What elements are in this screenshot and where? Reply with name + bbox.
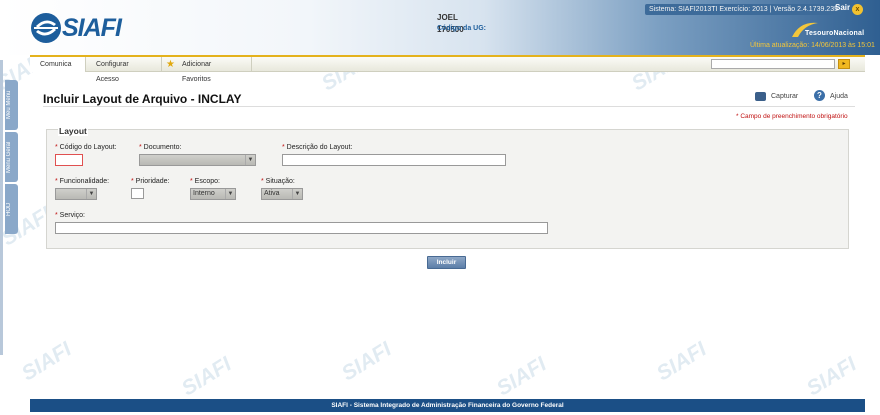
app-header: SIAFI JOEL Código da UG: 170500 Sistema:… (0, 0, 880, 55)
layout-fieldset: Layout * Código do Layout: * Documento: … (46, 126, 849, 249)
servico-label: * Serviço: (55, 212, 85, 219)
tab-menu-geral-label: Menu Geral (6, 141, 12, 173)
menu-item-adicionar-favoritos[interactable]: Adicionar Favoritos (162, 57, 252, 83)
capturar-link[interactable]: Capturar (771, 93, 798, 100)
user-name: JOEL (437, 13, 458, 22)
escopo-select[interactable]: Interno ▼ (190, 188, 236, 200)
logout-icon[interactable]: x (852, 4, 863, 15)
logout-link[interactable]: Sair (835, 3, 850, 12)
incluir-button[interactable]: Incluir (427, 256, 466, 269)
top-menubar: Comunica Configurar Acesso ★ Adicionar F… (30, 55, 865, 83)
page-title: Incluir Layout de Arquivo - INCLAY (43, 92, 242, 106)
codigo-layout-input[interactable] (55, 154, 83, 166)
footer-bar: SIAFI - Sistema Integrado de Administraç… (30, 399, 865, 412)
last-update: Última atualização: 14/06/2013 às 15:01 (750, 42, 875, 49)
documento-label: * Documento: (139, 144, 182, 151)
ug-label: Código da UG: (437, 25, 486, 32)
tab-meu-menu[interactable]: Meu Menu (5, 80, 18, 130)
chevron-down-icon: ▼ (245, 155, 255, 165)
menu-item-comunica[interactable]: Comunica (30, 57, 86, 72)
chevron-down-icon: ▼ (292, 189, 302, 199)
servico-input[interactable] (55, 222, 548, 234)
situacao-select[interactable]: Ativa ▼ (261, 188, 303, 200)
camera-icon[interactable] (755, 92, 766, 101)
tab-hod-label: HOD (6, 202, 12, 216)
ug-info: Código da UG: 170500 (437, 25, 486, 34)
prioridade-label: * Prioridade: (131, 178, 170, 185)
prioridade-checkbox[interactable] (131, 188, 144, 199)
ajuda-link[interactable]: Ajuda (830, 93, 848, 100)
tab-hod[interactable]: HOD (5, 184, 18, 234)
help-icon[interactable]: ? (814, 90, 825, 101)
escopo-label: * Escopo: (190, 178, 220, 185)
search-go-button[interactable]: ▸ (838, 59, 850, 69)
chevron-down-icon: ▼ (86, 189, 96, 199)
tab-menu-geral[interactable]: Menu Geral (5, 132, 18, 182)
main-content: Incluir Layout de Arquivo - INCLAY Captu… (30, 73, 865, 398)
descricao-layout-input[interactable] (282, 154, 506, 166)
system-info: Sistema: SIAFI2013TI Exercício: 2013 | V… (645, 4, 842, 15)
tab-meu-menu-label: Meu Menu (6, 90, 12, 120)
search-input[interactable] (711, 59, 835, 69)
escopo-value: Interno (193, 190, 215, 197)
menu-item-configurar-acesso[interactable]: Configurar Acesso (86, 57, 162, 83)
funcionalidade-select[interactable]: ▼ (55, 188, 97, 200)
documento-select[interactable]: ▼ (139, 154, 256, 166)
tesouro-nacional-text: TesouroNacional (805, 30, 865, 37)
chevron-down-icon: ▼ (225, 189, 235, 199)
required-field-note: * Campo de preenchimento obrigatório (736, 113, 848, 120)
situacao-label: * Situação: (261, 178, 295, 185)
situacao-value: Ativa (264, 190, 280, 197)
side-rail (0, 60, 3, 355)
codigo-layout-label: * Código do Layout: (55, 144, 117, 151)
title-divider (43, 106, 855, 107)
funcionalidade-label: * Funcionalidade: (55, 178, 110, 185)
siafi-logo-text: SIAFI (62, 14, 122, 42)
fieldset-legend: Layout (58, 126, 88, 136)
descricao-layout-label: * Descrição do Layout: (282, 144, 353, 151)
